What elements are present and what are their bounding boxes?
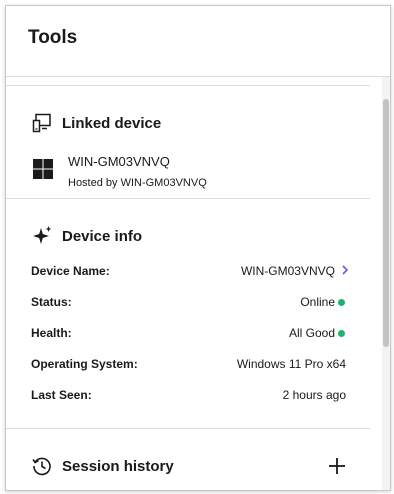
status-online-dot (338, 299, 345, 306)
divider (6, 428, 370, 429)
scrollbar-thumb[interactable] (383, 99, 389, 347)
last-seen-value: 2 hours ago (282, 388, 346, 402)
device-info-title: Device info (62, 228, 143, 245)
windows-logo-icon (33, 159, 53, 179)
last-seen-label: Last Seen: (31, 388, 92, 402)
linked-device-host: Hosted by WIN-GM03VNVQ (68, 177, 207, 189)
os-value: Windows 11 Pro x64 (236, 357, 346, 371)
history-icon (32, 457, 51, 476)
health-label: Health: (31, 326, 72, 340)
linked-device-title: Linked device (62, 115, 162, 132)
scrollbar[interactable] (382, 77, 390, 490)
panel-header: Tools (6, 6, 390, 77)
add-session-button[interactable] (326, 455, 348, 477)
page-title: Tools (28, 27, 78, 48)
linked-device-name: WIN-GM03VNVQ (68, 154, 170, 169)
os-label: Operating System: (31, 357, 138, 371)
status-label: Status: (31, 295, 72, 309)
scroll-area: Linked device WIN-GM03VNVQ Hosted by WIN… (6, 77, 390, 490)
sparkle-icon (33, 226, 52, 244)
divider (6, 198, 370, 199)
status-value: Online (300, 295, 335, 309)
health-good-dot (338, 330, 345, 337)
tools-panel: Tools Linked device WIN-GM03VNVQ Hosted … (5, 5, 391, 491)
chevron-right-icon[interactable] (340, 264, 350, 276)
linked-device-icon (32, 113, 51, 133)
device-name-link[interactable]: WIN-GM03VNVQ (241, 264, 335, 278)
session-history-title: Session history (62, 458, 174, 475)
device-name-label: Device Name: (31, 264, 110, 278)
divider (6, 85, 370, 86)
health-value: All Good (288, 326, 335, 340)
